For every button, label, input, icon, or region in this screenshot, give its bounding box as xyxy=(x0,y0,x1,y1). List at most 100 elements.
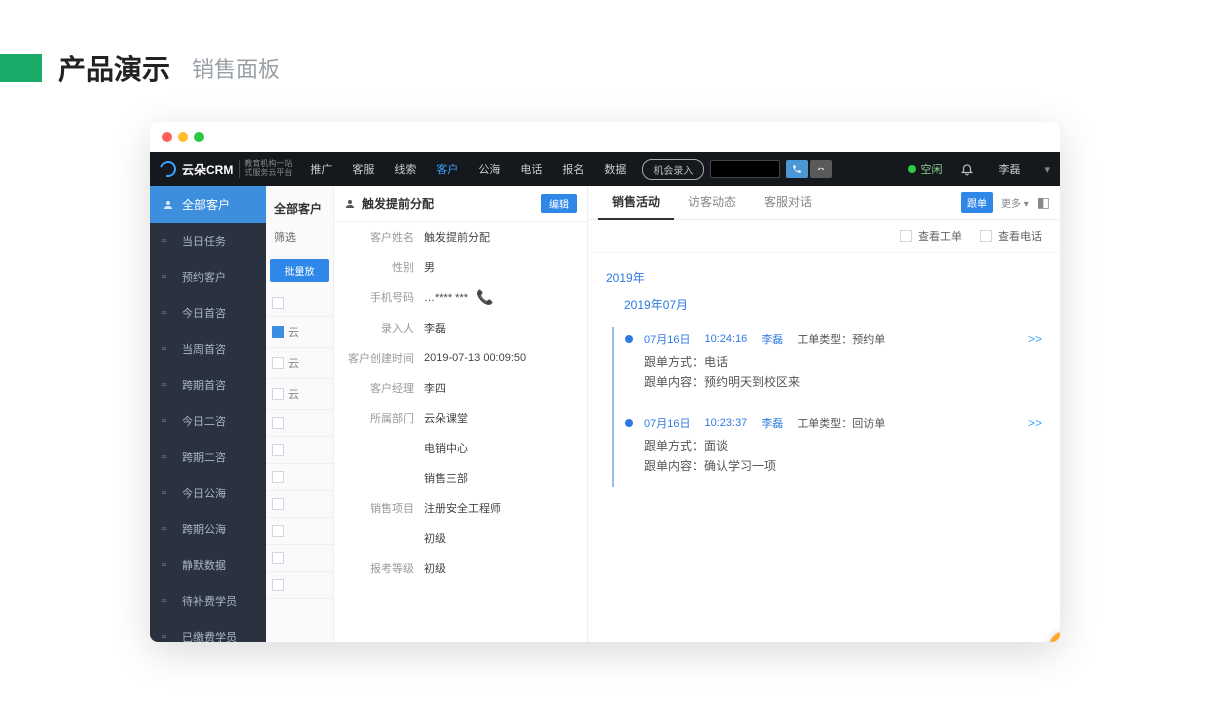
row-checkbox[interactable] xyxy=(272,388,284,400)
row-checkbox[interactable] xyxy=(272,471,284,483)
label-mgr: 客户经理 xyxy=(344,380,414,396)
timeline-year: 2019年 xyxy=(606,269,1042,286)
sidebar-item-label: 预约客户 xyxy=(182,269,226,285)
nav-item-公海[interactable]: 公海 xyxy=(470,157,508,181)
list-filter[interactable]: 筛选 xyxy=(266,223,333,251)
row-text: 云 xyxy=(288,324,299,340)
nav-item-线索[interactable]: 线索 xyxy=(386,157,424,181)
expand-button[interactable]: >> xyxy=(1028,416,1042,430)
close-dot[interactable] xyxy=(162,132,172,142)
call-phone-icon[interactable]: 📞 xyxy=(476,289,493,306)
call-button[interactable] xyxy=(786,160,808,178)
top-search-input[interactable] xyxy=(710,160,780,178)
hangup-button[interactable] xyxy=(810,160,832,178)
row-checkbox[interactable] xyxy=(272,498,284,510)
list-row[interactable] xyxy=(266,437,333,464)
main-area: 全部客户 筛选 批量放 云云云 触发提前分配 编辑 客户姓名触发提前分配 性别男… xyxy=(266,186,1060,642)
panel-header: 触发提前分配 编辑 xyxy=(334,186,587,222)
val-gender: 男 xyxy=(414,259,435,275)
label-dept: 所属部门 xyxy=(344,410,414,426)
sidebar-item[interactable]: ▫当周首咨 xyxy=(150,331,266,367)
row-checkbox[interactable] xyxy=(272,357,284,369)
val-created: 2019-07-13 00:09:50 xyxy=(414,350,526,366)
nav-item-报名[interactable]: 报名 xyxy=(554,157,592,181)
app-body: 全部客户 ▫当日任务▫预约客户▫今日首咨▫当周首咨▫跨期首咨▫今日二咨▫跨期二咨… xyxy=(150,186,1060,642)
sidebar-item[interactable]: ▫当日任务 xyxy=(150,223,266,259)
sidebar-item-icon: ▫ xyxy=(162,235,174,247)
follow-button[interactable]: 跟单 xyxy=(961,192,993,213)
sidebar-item[interactable]: ▫跨期公海 xyxy=(150,511,266,547)
more-menu[interactable]: 更多 ▾ xyxy=(1001,195,1029,210)
sidebar-item-label: 跨期公海 xyxy=(182,521,226,537)
nav-item-电话[interactable]: 电话 xyxy=(512,157,550,181)
person-icon xyxy=(344,198,356,210)
customer-list-pane: 全部客户 筛选 批量放 云云云 xyxy=(266,186,334,642)
sidebar-item-icon: ▫ xyxy=(162,307,174,319)
list-row[interactable]: 云 xyxy=(266,348,333,379)
sidebar-item[interactable]: ▫跨期二咨 xyxy=(150,439,266,475)
sidebar-item[interactable]: ▫待补费学员 xyxy=(150,583,266,619)
activity-tab[interactable]: 访客动态 xyxy=(674,186,750,220)
sidebar-item-label: 今日公海 xyxy=(182,485,226,501)
row-checkbox[interactable] xyxy=(272,444,284,456)
nav-item-推广[interactable]: 推广 xyxy=(302,157,340,181)
sidebar-item[interactable]: ▫ 预约客户 xyxy=(150,259,266,295)
label-name: 客户姓名 xyxy=(344,229,414,245)
activity-filters: 查看工单 查看电话 xyxy=(588,220,1060,253)
slide-title: 产品演示 xyxy=(58,48,170,88)
sidebar-item-icon: ▫ xyxy=(162,379,174,391)
list-row[interactable]: 云 xyxy=(266,317,333,348)
bulk-action-button[interactable]: 批量放 xyxy=(270,259,329,282)
sidebar-header[interactable]: 全部客户 xyxy=(150,186,266,223)
sidebar-item[interactable]: ▫今日公海 xyxy=(150,475,266,511)
user-menu[interactable]: 李磊 xyxy=(992,161,1026,177)
activity-tab[interactable]: 客服对话 xyxy=(750,186,826,220)
sidebar-item[interactable]: ▫今日二咨 xyxy=(150,403,266,439)
label-exam: 报考等级 xyxy=(344,560,414,576)
timeline-dot-icon xyxy=(625,419,633,427)
val-proj1: 注册安全工程师 xyxy=(414,500,501,516)
row-checkbox[interactable] xyxy=(272,525,284,537)
sidebar-item[interactable]: ▫今日首咨 xyxy=(150,295,266,331)
bell-icon[interactable] xyxy=(960,162,974,176)
sidebar-item-icon: ▫ xyxy=(162,631,174,642)
chk-phone[interactable]: 查看电话 xyxy=(980,228,1042,244)
list-row[interactable] xyxy=(266,572,333,599)
list-row[interactable] xyxy=(266,290,333,317)
row-text: 云 xyxy=(288,355,299,371)
list-row[interactable]: 云 xyxy=(266,379,333,410)
sidebar-item-icon: ▫ xyxy=(162,271,174,283)
chk-ticket[interactable]: 查看工单 xyxy=(900,228,962,244)
minimize-dot[interactable] xyxy=(178,132,188,142)
row-checkbox[interactable] xyxy=(272,297,284,309)
tl-content: 跟单内容：确认学习一项 xyxy=(644,457,1042,474)
row-checkbox[interactable] xyxy=(272,552,284,564)
list-row[interactable] xyxy=(266,545,333,572)
sidebar-item[interactable]: ▫静默数据 xyxy=(150,547,266,583)
maximize-dot[interactable] xyxy=(194,132,204,142)
call-buttons xyxy=(784,160,832,178)
list-row[interactable] xyxy=(266,518,333,545)
edit-button[interactable]: 编辑 xyxy=(541,194,577,213)
opportunity-pill[interactable]: 机会录入 xyxy=(642,159,704,180)
detail-panel: 触发提前分配 编辑 客户姓名触发提前分配 性别男 手机号码…**** ***📞 … xyxy=(334,186,588,642)
label-created: 客户创建时间 xyxy=(344,350,414,366)
row-checkbox[interactable] xyxy=(272,326,284,338)
nav-item-客户[interactable]: 客户 xyxy=(428,157,466,181)
tl-way: 跟单方式：电话 xyxy=(644,353,1042,370)
sidebar-item[interactable]: ▫已缴费学员 xyxy=(150,619,266,642)
list-row[interactable] xyxy=(266,464,333,491)
activity-tab[interactable]: 销售活动 xyxy=(598,186,674,220)
tl-type: 工单类型：回访单 xyxy=(797,415,885,431)
list-row[interactable] xyxy=(266,491,333,518)
row-checkbox[interactable] xyxy=(272,417,284,429)
list-title: 全部客户 xyxy=(266,194,333,223)
nav-item-数据[interactable]: 数据 xyxy=(596,157,634,181)
status-indicator[interactable]: 空闲 xyxy=(908,161,942,177)
sidebar-item[interactable]: ▫跨期首咨 xyxy=(150,367,266,403)
list-row[interactable] xyxy=(266,410,333,437)
layout-icon[interactable]: ◧ xyxy=(1037,194,1050,211)
nav-item-客服[interactable]: 客服 xyxy=(344,157,382,181)
expand-button[interactable]: >> xyxy=(1028,332,1042,346)
row-checkbox[interactable] xyxy=(272,579,284,591)
